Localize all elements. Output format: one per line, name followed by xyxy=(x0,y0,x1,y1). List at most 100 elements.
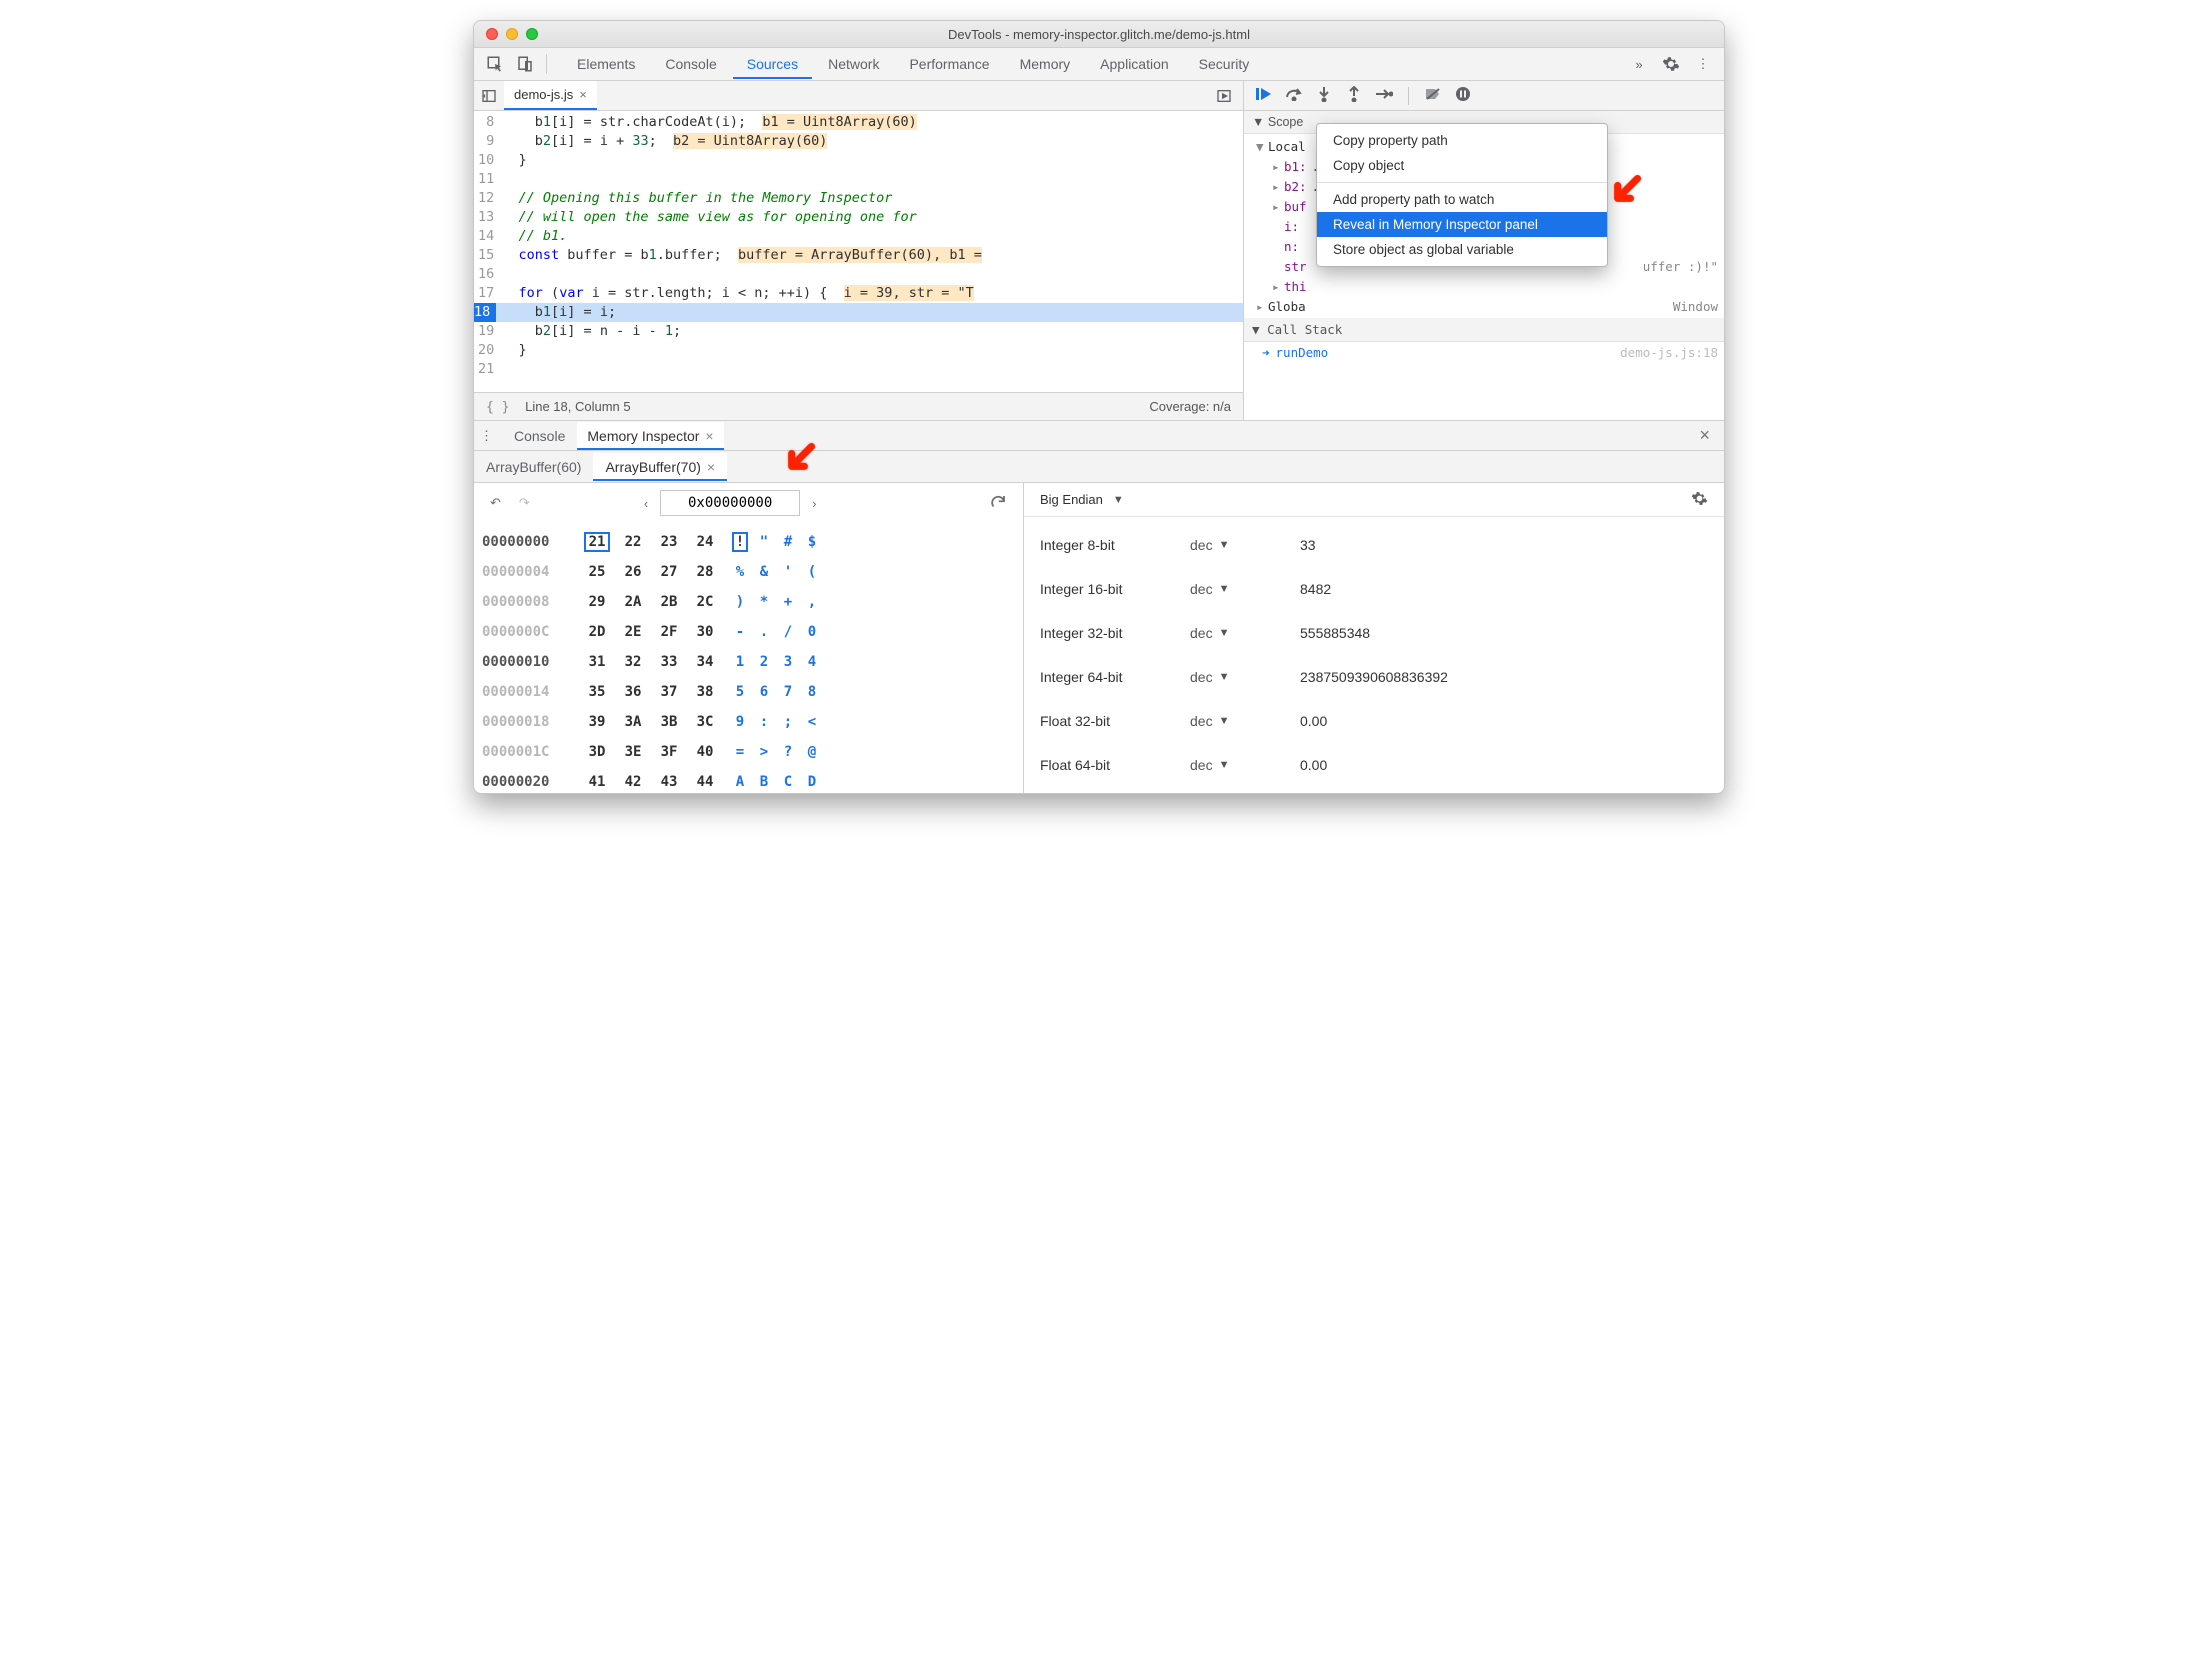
hex-ascii[interactable]: - xyxy=(734,624,746,640)
hex-byte[interactable]: 32 xyxy=(622,654,644,670)
step-icon[interactable] xyxy=(1374,88,1394,103)
tab-security[interactable]: Security xyxy=(1185,49,1264,79)
hex-ascii[interactable]: * xyxy=(758,594,770,610)
hex-byte[interactable]: 43 xyxy=(658,774,680,790)
hex-byte[interactable]: 37 xyxy=(658,684,680,700)
hex-ascii[interactable]: ; xyxy=(782,714,794,730)
hex-ascii[interactable]: > xyxy=(758,744,770,760)
hex-ascii[interactable]: 4 xyxy=(806,654,818,670)
refresh-icon[interactable] xyxy=(983,489,1013,518)
hex-ascii[interactable]: + xyxy=(782,594,794,610)
tab-sources[interactable]: Sources xyxy=(733,49,812,79)
hex-byte[interactable]: 2D xyxy=(586,624,608,640)
tab-elements[interactable]: Elements xyxy=(563,49,649,79)
hex-ascii[interactable]: ) xyxy=(734,594,746,610)
step-over-icon[interactable] xyxy=(1284,87,1304,104)
hex-ascii[interactable]: < xyxy=(806,714,818,730)
drawer-tab-console[interactable]: Console xyxy=(504,422,575,450)
kebab-icon[interactable]: ⋮ xyxy=(1690,51,1716,77)
next-page-icon[interactable]: › xyxy=(806,492,822,515)
hex-byte[interactable]: 33 xyxy=(658,654,680,670)
encoding-select[interactable]: dec▼ xyxy=(1190,625,1300,641)
redo-icon[interactable]: ↷ xyxy=(513,491,536,515)
pretty-print-icon[interactable]: { } xyxy=(486,400,509,415)
hex-ascii[interactable]: $ xyxy=(806,534,818,550)
close-icon[interactable]: × xyxy=(579,87,587,102)
hex-byte[interactable]: 2E xyxy=(622,624,644,640)
hex-ascii[interactable]: 3 xyxy=(782,654,794,670)
hex-byte[interactable]: 35 xyxy=(586,684,608,700)
source-file-tab[interactable]: demo-js.js × xyxy=(504,81,597,110)
undo-icon[interactable]: ↶ xyxy=(484,491,507,515)
hex-ascii[interactable]: 2 xyxy=(758,654,770,670)
hex-byte[interactable]: 40 xyxy=(694,744,716,760)
hex-ascii[interactable]: ' xyxy=(782,564,794,580)
settings-icon[interactable] xyxy=(1658,51,1684,77)
hex-byte[interactable]: 24 xyxy=(694,534,716,550)
hex-byte[interactable]: 23 xyxy=(658,534,680,550)
scope-global[interactable]: ▸GlobaWindow xyxy=(1244,296,1724,316)
endian-select[interactable]: Big Endian ▼ xyxy=(1040,492,1124,507)
hex-byte[interactable]: 3F xyxy=(658,744,680,760)
hex-byte[interactable]: 25 xyxy=(586,564,608,580)
close-icon[interactable]: × xyxy=(707,459,715,475)
scope-var-this[interactable]: ▸thi xyxy=(1244,276,1724,296)
hex-ascii[interactable]: = xyxy=(734,744,746,760)
hex-byte[interactable]: 29 xyxy=(586,594,608,610)
encoding-select[interactable]: dec▼ xyxy=(1190,713,1300,729)
callstack-header[interactable]: ▼ Call Stack xyxy=(1244,318,1724,342)
tab-application[interactable]: Application xyxy=(1086,49,1183,79)
hex-ascii[interactable]: 9 xyxy=(734,714,746,730)
hex-ascii[interactable]: @ xyxy=(806,744,818,760)
device-toggle-icon[interactable] xyxy=(512,51,538,77)
close-icon[interactable]: × xyxy=(705,428,713,444)
run-snippet-icon[interactable] xyxy=(1213,88,1243,104)
hex-ascii[interactable]: B xyxy=(758,774,770,790)
drawer-tab-memory-inspector[interactable]: Memory Inspector × xyxy=(577,422,723,450)
hex-ascii[interactable]: ( xyxy=(806,564,818,580)
kebab-icon[interactable]: ⋮ xyxy=(480,428,502,444)
hex-ascii[interactable]: 1 xyxy=(734,654,746,670)
hex-byte[interactable]: 2B xyxy=(658,594,680,610)
hex-ascii[interactable]: 8 xyxy=(806,684,818,700)
hex-ascii[interactable]: , xyxy=(806,594,818,610)
hex-ascii[interactable]: % xyxy=(734,564,746,580)
hex-ascii[interactable]: 5 xyxy=(734,684,746,700)
hex-byte[interactable]: 2A xyxy=(622,594,644,610)
hex-byte[interactable]: 39 xyxy=(586,714,608,730)
hex-byte[interactable]: 3A xyxy=(622,714,644,730)
tab-console[interactable]: Console xyxy=(651,49,730,79)
hex-ascii[interactable]: 0 xyxy=(806,624,818,640)
tab-network[interactable]: Network xyxy=(814,49,893,79)
ctx-store-global[interactable]: Store object as global variable xyxy=(1317,237,1607,262)
hex-byte[interactable]: 31 xyxy=(586,654,608,670)
encoding-select[interactable]: dec▼ xyxy=(1190,669,1300,685)
encoding-select[interactable]: dec▼ xyxy=(1190,757,1300,773)
pause-exceptions-icon[interactable] xyxy=(1453,87,1473,104)
hex-byte[interactable]: 26 xyxy=(622,564,644,580)
hex-byte[interactable]: 30 xyxy=(694,624,716,640)
encoding-select[interactable]: dec▼ xyxy=(1190,537,1300,553)
tab-memory[interactable]: Memory xyxy=(1006,49,1085,79)
hex-byte[interactable]: 34 xyxy=(694,654,716,670)
hex-byte[interactable]: 3D xyxy=(586,744,608,760)
hex-byte[interactable]: 3C xyxy=(694,714,716,730)
buffer-tab[interactable]: ArrayBuffer(70)× xyxy=(593,453,727,481)
ctx-copy-path[interactable]: Copy property path xyxy=(1317,128,1607,153)
navigator-toggle-icon[interactable] xyxy=(474,88,504,104)
hex-byte[interactable]: 44 xyxy=(694,774,716,790)
ctx-copy-object[interactable]: Copy object xyxy=(1317,153,1607,178)
hex-ascii[interactable]: : xyxy=(758,714,770,730)
hex-ascii[interactable]: / xyxy=(782,624,794,640)
hex-byte[interactable]: 2F xyxy=(658,624,680,640)
hex-byte[interactable]: 3B xyxy=(658,714,680,730)
buffer-tab[interactable]: ArrayBuffer(60) xyxy=(474,453,593,481)
deactivate-breakpoints-icon[interactable] xyxy=(1423,87,1443,104)
hex-ascii[interactable]: C xyxy=(782,774,794,790)
hex-byte[interactable]: 38 xyxy=(694,684,716,700)
hex-byte[interactable]: 42 xyxy=(622,774,644,790)
address-input[interactable] xyxy=(660,490,800,516)
code-editor[interactable]: 89101112131415161718192021 b1[i] = str.c… xyxy=(474,111,1243,392)
step-into-icon[interactable] xyxy=(1314,86,1334,105)
more-tabs-icon[interactable]: » xyxy=(1626,51,1652,77)
